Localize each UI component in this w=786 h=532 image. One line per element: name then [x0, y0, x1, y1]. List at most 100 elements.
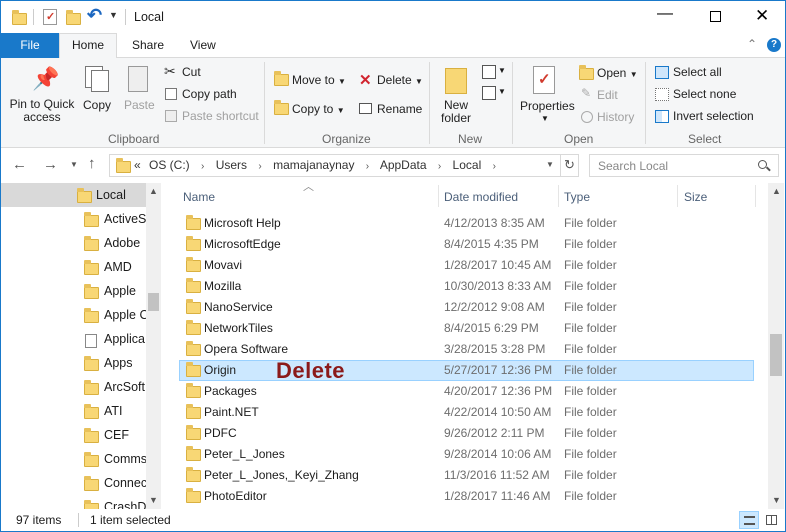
nav-scroll-thumb[interactable]	[148, 293, 159, 311]
nav-item-local[interactable]: Local	[1, 184, 161, 208]
copy-path-button[interactable]: Copy path	[182, 87, 237, 101]
nav-item[interactable]: CrashDu	[1, 496, 161, 509]
table-row[interactable]: Mozilla 10/30/2013 8:33 AM File folder	[179, 276, 754, 297]
new-folder-button[interactable]: New folder	[438, 99, 474, 125]
select-none-button[interactable]: Select none	[673, 87, 736, 101]
minimize-ribbon-icon[interactable]: ⌃	[747, 37, 757, 51]
new-folder-quick-icon[interactable]	[66, 10, 81, 25]
help-icon[interactable]: ?	[767, 38, 781, 52]
file-name: Peter_L_Jones,_Keyi_Zhang	[204, 468, 359, 482]
file-date: 4/20/2017 12:36 PM	[444, 384, 553, 398]
forward-icon[interactable]: →	[43, 156, 58, 173]
properties-quick-icon[interactable]: ✓	[43, 9, 57, 25]
nav-item[interactable]: AMD	[1, 256, 161, 280]
tab-share[interactable]: Share	[132, 38, 164, 52]
search-input[interactable]: Search Local	[589, 154, 779, 177]
customize-quick-access-icon[interactable]: ▼	[109, 10, 118, 20]
column-header-name[interactable]: Name	[183, 190, 215, 204]
nav-scroll-down-icon[interactable]: ▼	[149, 495, 158, 505]
table-row[interactable]: Opera Software 3/28/2015 3:28 PM File fold…	[179, 339, 754, 360]
nav-item[interactable]: ArcSoft	[1, 376, 161, 400]
nav-item[interactable]: Connec	[1, 472, 161, 496]
column-header-size[interactable]: Size	[684, 190, 707, 204]
breadcrumb-os[interactable]: OS (C:)	[149, 158, 190, 172]
nav-item[interactable]: ATI	[1, 400, 161, 424]
breadcrumb-users[interactable]: Users	[216, 158, 247, 172]
properties-button[interactable]: Properties	[520, 99, 575, 113]
large-icons-view-button[interactable]	[762, 511, 782, 529]
easy-access-icon[interactable]	[482, 86, 496, 100]
table-row[interactable]: NanoService 12/2/2012 9:08 AM File folder	[179, 297, 754, 318]
edit-button[interactable]: Edit	[597, 88, 618, 102]
column-header-type[interactable]: Type	[564, 190, 590, 204]
minimize-button[interactable]: —	[657, 5, 673, 23]
table-row[interactable]: Microsoft Help 4/12/2013 8:35 AM File fold…	[179, 213, 754, 234]
breadcrumb-user[interactable]: mamajanaynay	[273, 158, 354, 172]
back-icon[interactable]: ←	[12, 156, 27, 173]
refresh-icon[interactable]: ↻	[564, 157, 575, 173]
details-view-button[interactable]	[739, 511, 759, 529]
paste-shortcut-button[interactable]: Paste shortcut	[182, 109, 259, 123]
tab-home[interactable]: Home	[59, 33, 117, 59]
table-row[interactable]: PDFC 9/26/2012 2:11 PM File folder	[179, 423, 754, 444]
new-item-icon[interactable]	[482, 65, 496, 79]
copy-to-button[interactable]: Copy to ▼	[292, 102, 345, 116]
nav-item[interactable]: Applica	[1, 328, 161, 352]
scroll-up-icon[interactable]: ▲	[772, 186, 781, 196]
table-row[interactable]: NetworkTiles 8/4/2015 6:29 PM File folder	[179, 318, 754, 339]
nav-item[interactable]: Apps	[1, 352, 161, 376]
nav-item-label: Apple C	[104, 308, 149, 322]
move-to-button[interactable]: Move to ▼	[292, 73, 346, 87]
select-all-button[interactable]: Select all	[673, 65, 722, 79]
scroll-thumb[interactable]	[770, 334, 782, 376]
nav-item[interactable]: CEF	[1, 424, 161, 448]
table-row-selected[interactable]: Origin 5/27/2017 12:36 PM File folder	[179, 360, 754, 381]
nav-item[interactable]: Adobe	[1, 232, 161, 256]
table-row[interactable]: Paint.NET 4/22/2014 10:50 AM File folder	[179, 402, 754, 423]
file-type: File folder	[564, 363, 617, 377]
table-row[interactable]: PhotoEditor 1/28/2017 11:46 AM File folder	[179, 486, 754, 507]
column-header-date[interactable]: Date modified	[444, 190, 518, 204]
explorer-window: ✓ ↶ ▼ Local — ✕ File Home Share View ⌃ ?…	[0, 0, 786, 532]
table-row[interactable]: Peter_L_Jones 9/28/2014 10:06 AM File fold…	[179, 444, 754, 465]
table-row[interactable]: Packages 4/20/2017 12:36 PM File folder	[179, 381, 754, 402]
open-button[interactable]: Open ▼	[597, 66, 638, 80]
file-name: Origin	[204, 363, 237, 377]
delete-button[interactable]: Delete ▼	[377, 73, 423, 87]
new-item-dropdown-icon[interactable]: ▼	[498, 66, 506, 75]
copy-button[interactable]: Copy	[83, 98, 111, 112]
recent-locations-icon[interactable]: ▼	[70, 160, 78, 169]
pin-to-quick-access-button[interactable]: Pin to Quick access	[9, 98, 75, 124]
history-button[interactable]: History	[597, 110, 634, 124]
nav-item[interactable]: Comms	[1, 448, 161, 472]
maximize-button[interactable]	[710, 11, 721, 22]
address-divider	[560, 155, 561, 176]
table-row[interactable]: MicrosoftEdge 8/4/2015 4:35 PM File folder	[179, 234, 754, 255]
cut-button[interactable]: Cut	[182, 65, 201, 79]
properties-dropdown-icon[interactable]: ▼	[541, 114, 549, 123]
address-bar[interactable]: « OS (C:) › Users › mamajanaynay › AppDa…	[109, 154, 579, 177]
nav-scrollbar[interactable]	[146, 183, 161, 509]
close-button[interactable]: ✕	[755, 6, 769, 26]
address-dropdown-icon[interactable]: ▼	[546, 160, 554, 169]
easy-access-dropdown-icon[interactable]: ▼	[498, 87, 506, 96]
paste-button[interactable]: Paste	[124, 98, 155, 112]
tab-view[interactable]: View	[190, 38, 216, 52]
breadcrumb-overflow[interactable]: «	[134, 158, 141, 172]
nav-item[interactable]: ActiveSy	[1, 208, 161, 232]
nav-item[interactable]: Apple	[1, 280, 161, 304]
nav-scroll-up-icon[interactable]: ▲	[149, 186, 158, 196]
undo-icon[interactable]: ↶	[87, 5, 102, 26]
file-name: Movavi	[204, 258, 243, 272]
invert-selection-button[interactable]: Invert selection	[673, 109, 754, 123]
nav-item[interactable]: Apple C	[1, 304, 161, 328]
rename-button[interactable]: Rename	[377, 102, 422, 116]
file-name: Peter_L_Jones	[204, 447, 285, 461]
breadcrumb-local[interactable]: Local	[453, 158, 482, 172]
table-row[interactable]: Movavi 1/28/2017 10:45 AM File folder	[179, 255, 754, 276]
up-icon[interactable]: ↑	[88, 155, 96, 172]
breadcrumb-appdata[interactable]: AppData	[380, 158, 427, 172]
table-row[interactable]: Peter_L_Jones,_Keyi_Zhang 11/3/2016 11:52…	[179, 465, 754, 486]
scroll-down-icon[interactable]: ▼	[772, 495, 781, 505]
tab-file[interactable]: File	[1, 33, 59, 58]
